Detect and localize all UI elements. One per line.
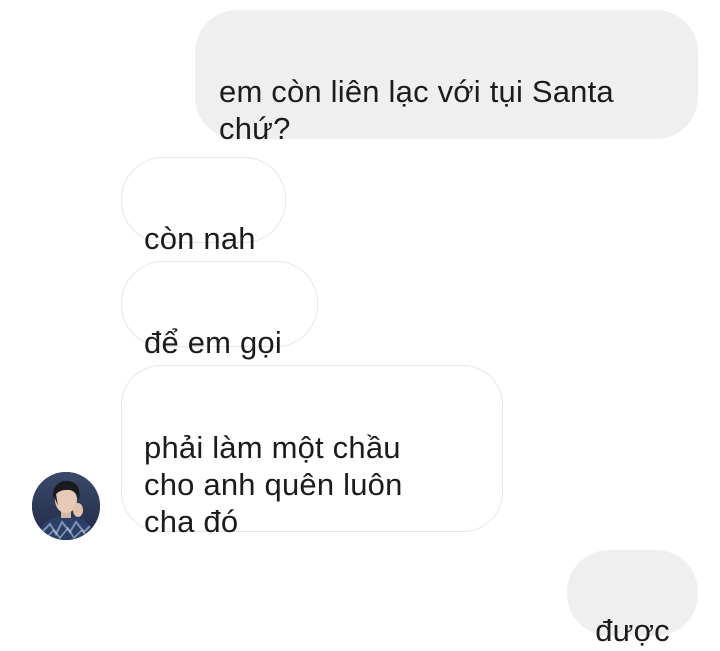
message-text: còn nah — [144, 221, 256, 256]
message-text: để em gọi — [144, 325, 282, 360]
contact-avatar[interactable] — [32, 472, 100, 540]
avatar-photo-icon — [32, 472, 100, 540]
sent-message-bubble[interactable]: được — [567, 550, 698, 648]
received-message-bubble[interactable]: còn nah — [121, 157, 286, 256]
message-text: được — [595, 613, 670, 648]
received-message-bubble[interactable]: phải làm một chầu cho anh quên luôn cha … — [121, 365, 503, 539]
message-text: phải làm một chầu cho anh quên luôn cha … — [144, 430, 403, 539]
message-text: em còn liên lạc với tụi Santa chứ? — [219, 74, 614, 146]
received-message-bubble[interactable]: để em gọi — [121, 261, 318, 360]
sent-message-bubble[interactable]: em còn liên lạc với tụi Santa chứ? — [195, 10, 698, 146]
